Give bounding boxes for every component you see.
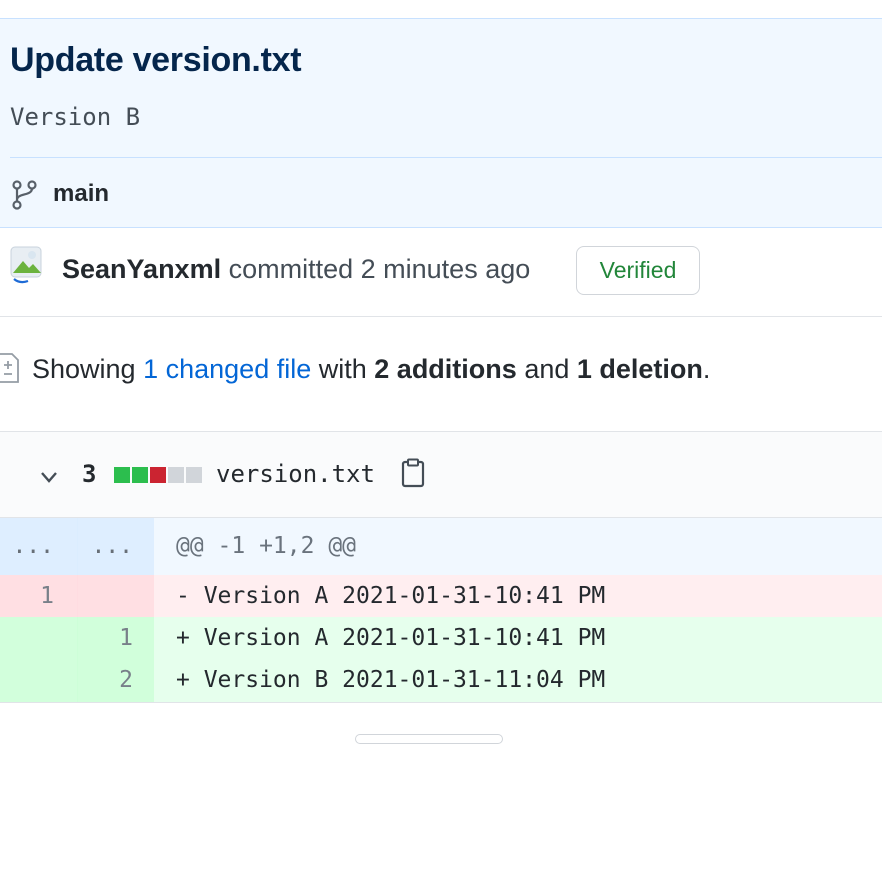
file-diff-icon (0, 353, 19, 383)
diffstat-block-addition (132, 467, 148, 483)
commit-description: Version B (10, 103, 141, 131)
diffstat-block-addition (114, 467, 130, 483)
additions-count: 2 additions (374, 354, 517, 384)
diff-line-addition: 1 + Version A 2021-01-31-10:41 PM (0, 617, 882, 659)
new-line-number[interactable] (77, 575, 155, 617)
old-line-number[interactable] (0, 617, 78, 659)
summary-and: and (524, 354, 570, 384)
diff-line-addition: 2 + Version B 2021-01-31-11:04 PM (0, 659, 882, 702)
commit-meta: SeanYanxml committed 2 minutes ago (62, 254, 530, 285)
git-branch-icon (12, 180, 37, 210)
diffstat-block-deletion (150, 467, 166, 483)
branch-row: main (10, 157, 882, 229)
old-line-number[interactable] (0, 659, 78, 702)
commit-author-row: SeanYanxml committed 2 minutes ago Verif… (0, 228, 882, 317)
diff-table: ... ... @@ -1 +1,2 @@ 1 - Version A 2021… (0, 518, 882, 703)
load-more-button[interactable] (355, 734, 503, 744)
diffstat-block-neutral (186, 467, 202, 483)
branch-name[interactable]: main (53, 180, 109, 208)
summary-suffix: . (702, 354, 711, 384)
clipboard-icon[interactable] (400, 458, 426, 488)
changed-files-link[interactable]: 1 changed file (143, 354, 311, 384)
summary-text: Showing 1 changed file with 2 additions … (32, 354, 710, 385)
summary-with: with (318, 354, 367, 384)
avatar[interactable] (10, 246, 44, 284)
file-header: 3 version.txt (0, 431, 882, 518)
diff-summary: Showing 1 changed file with 2 additions … (0, 350, 882, 394)
hunk-header-row: ... ... @@ -1 +1,2 @@ (0, 518, 882, 575)
verified-badge[interactable]: Verified (576, 246, 700, 295)
file-name-link[interactable]: version.txt (216, 460, 375, 488)
deletions-count: 1 deletion (576, 354, 703, 384)
expand-up-button[interactable]: ... (0, 518, 78, 575)
new-line-number[interactable]: 2 (77, 659, 155, 702)
diff-line-deletion: 1 - Version A 2021-01-31-10:41 PM (0, 575, 882, 617)
hunk-header: @@ -1 +1,2 @@ (154, 518, 882, 575)
chevron-down-icon[interactable] (38, 466, 60, 488)
old-line-number[interactable]: 1 (0, 575, 78, 617)
new-line-number[interactable]: 1 (77, 617, 155, 659)
diffstat-blocks (114, 467, 204, 483)
expand-down-button[interactable]: ... (77, 518, 155, 575)
commit-header: Update version.txt Version B main (0, 18, 882, 228)
diff-code: + Version A 2021-01-31-10:41 PM (154, 617, 882, 659)
diffstat-count: 3 (82, 460, 97, 488)
author-link[interactable]: SeanYanxml (62, 254, 221, 284)
diff-code: + Version B 2021-01-31-11:04 PM (154, 659, 882, 702)
commit-time: committed 2 minutes ago (228, 254, 531, 284)
commit-title: Update version.txt (10, 41, 302, 79)
diff-code: - Version A 2021-01-31-10:41 PM (154, 575, 882, 617)
diffstat-block-neutral (168, 467, 184, 483)
summary-prefix: Showing (32, 354, 136, 384)
